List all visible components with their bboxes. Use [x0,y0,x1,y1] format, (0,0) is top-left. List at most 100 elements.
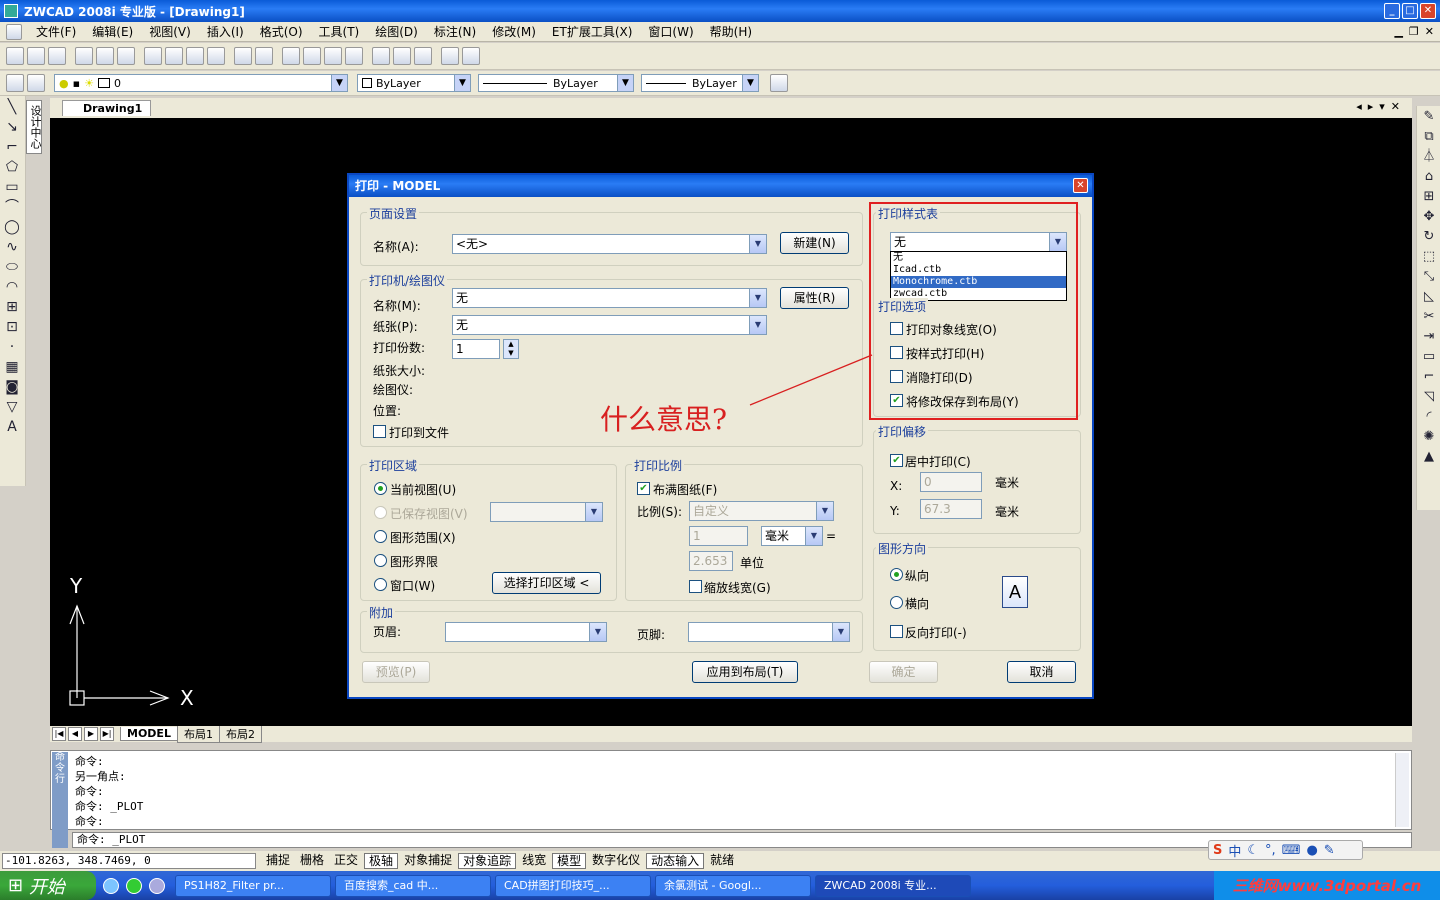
make-block-icon[interactable]: ⊡ [3,318,21,336]
line-icon[interactable]: ╲ [3,98,21,116]
point-icon[interactable]: · [3,338,21,356]
polar-toggle[interactable]: 极轴 [364,853,399,869]
menu-edit[interactable]: 编辑(E) [84,23,141,40]
break-icon[interactable]: ▭ [1420,348,1438,366]
fit-to-paper-checkbox[interactable]: ✔ [637,482,650,495]
maximize-button[interactable]: □ [1402,3,1418,19]
center-plot-checkbox[interactable]: ✔ [890,454,903,467]
lineweight-toggle[interactable]: 线宽 [518,853,550,869]
layer-combo[interactable]: ● ▪ ☀ 0 ▼ [54,74,348,92]
menu-modify[interactable]: 修改(M) [484,23,544,40]
mdi-minimize-icon[interactable]: ▁ [1394,25,1402,38]
cancel-button[interactable]: 取消 [1007,661,1076,683]
lineweight-combo[interactable]: ByLayer ▼ [641,74,759,92]
chevron-down-icon[interactable]: ▼ [816,502,833,520]
offset-icon[interactable]: ⌂ [1420,168,1438,186]
scale-icon[interactable]: ⬚ [1420,248,1438,266]
printer-name-select[interactable]: 无 ▼ [452,288,767,308]
tab-layout1[interactable]: 布局1 [176,725,220,743]
polygon-icon[interactable]: ⬠ [3,158,21,176]
menu-view[interactable]: 视图(V) [141,23,199,40]
cut-icon[interactable] [144,47,162,65]
match-properties-icon[interactable] [207,47,225,65]
layer-previous-icon[interactable] [27,74,45,92]
minimize-button[interactable]: _ [1384,3,1400,19]
copy-object-icon[interactable]: ⧉ [1420,128,1438,146]
chevron-down-icon[interactable]: ▼ [589,623,606,641]
print-icon[interactable] [75,47,93,65]
ie-icon[interactable] [103,877,119,894]
rotate-icon[interactable]: ↻ [1420,228,1438,246]
menu-insert[interactable]: 插入(I) [199,23,252,40]
menu-draw[interactable]: 绘图(D) [367,23,426,40]
saved-view-radio[interactable] [374,506,387,519]
dialog-close-icon[interactable]: ✕ [1073,178,1088,193]
current-view-radio[interactable] [374,482,387,495]
chevron-down-icon[interactable]: ▼ [749,289,766,307]
undo-icon[interactable] [234,47,252,65]
chevron-down-icon[interactable]: ▼ [749,235,766,253]
pan-icon[interactable] [282,47,300,65]
scale-lineweights-checkbox[interactable] [689,580,702,593]
close-button[interactable]: ✕ [1420,3,1436,19]
region-icon[interactable]: ◙ [3,378,21,396]
otrack-toggle[interactable]: 对象追踪 [458,853,517,869]
save-icon[interactable] [48,47,66,65]
menu-format[interactable]: 格式(O) [252,23,311,40]
scale-unit-select[interactable]: 毫米 ▼ [761,526,823,546]
mdi-close-icon[interactable]: ✕ [1425,25,1434,38]
chevron-down-icon[interactable]: ▼ [805,527,822,545]
menu-help[interactable]: 帮助(H) [702,23,760,40]
find-icon[interactable] [441,47,459,65]
saved-view-select[interactable]: ▼ [490,502,603,522]
snap-toggle[interactable]: 捕捉 [262,853,294,869]
next-tab-icon[interactable]: ▶ [84,727,98,741]
chevron-down-icon[interactable]: ▼ [749,316,766,334]
prev-tab-icon[interactable]: ◀ [68,727,82,741]
menu-tools[interactable]: 工具(T) [311,23,368,40]
mdi-restore-icon[interactable]: ❐ [1409,25,1419,38]
plot-style-icon[interactable] [770,74,788,92]
chevron-down-icon[interactable]: ▼ [742,75,758,91]
copies-input[interactable]: 1 [452,339,500,359]
publish-icon[interactable] [117,47,135,65]
scale-select[interactable]: 自定义 ▼ [689,501,834,521]
array-icon[interactable]: ⊞ [1420,188,1438,206]
task-button[interactable]: ZWCAD 2008i 专业... [815,874,971,897]
copy-icon[interactable] [165,47,183,65]
limits-radio[interactable] [374,554,387,567]
circle-icon[interactable]: ◯ [3,218,21,236]
new-icon[interactable] [6,47,24,65]
apply-to-layout-button[interactable]: 应用到布局(T) [692,661,798,683]
chevron-down-icon[interactable]: ▼ [454,75,470,91]
explode-icon[interactable]: ✺ [1420,428,1438,446]
paper-select[interactable]: 无 ▼ [452,315,767,335]
redo-icon[interactable] [255,47,273,65]
arc-icon[interactable]: ⌒ [3,198,21,216]
header-select[interactable]: ▼ [445,622,607,642]
ortho-toggle[interactable]: 正交 [330,853,362,869]
design-center-tab[interactable]: 设计中心 [26,100,42,154]
ellipse-arc-icon[interactable]: ◠ [3,278,21,296]
reverse-plot-checkbox[interactable] [890,625,903,638]
spline-icon[interactable]: ∿ [3,238,21,256]
rectangle-icon[interactable]: ▭ [3,178,21,196]
offset-y-input[interactable]: 67.3 [920,499,982,519]
help-icon[interactable] [462,47,480,65]
open-icon[interactable] [27,47,45,65]
wrench-icon[interactable]: ✎ [1324,843,1335,858]
lengthen-icon[interactable]: ◺ [1420,288,1438,306]
extend-icon[interactable]: ⇥ [1420,328,1438,346]
erase-icon[interactable]: ✎ [1420,108,1438,126]
ime-chinese-icon[interactable]: 中 [1228,841,1241,860]
portrait-radio[interactable] [890,568,903,581]
menu-et-tools[interactable]: ET扩展工具(X) [544,23,641,40]
moon-icon[interactable]: ☾ [1247,843,1259,858]
mirror-icon[interactable]: ⏃ [1420,148,1438,166]
trim-icon[interactable]: ✂ [1420,308,1438,326]
new-page-setup-button[interactable]: 新建(N) [780,232,849,254]
tab-drawing1[interactable]: Drawing1 [62,100,152,116]
user-icon[interactable]: ● [1306,843,1317,858]
task-button[interactable]: 余氯测试 - Googl... [655,874,811,897]
menu-window[interactable]: 窗口(W) [640,23,701,40]
